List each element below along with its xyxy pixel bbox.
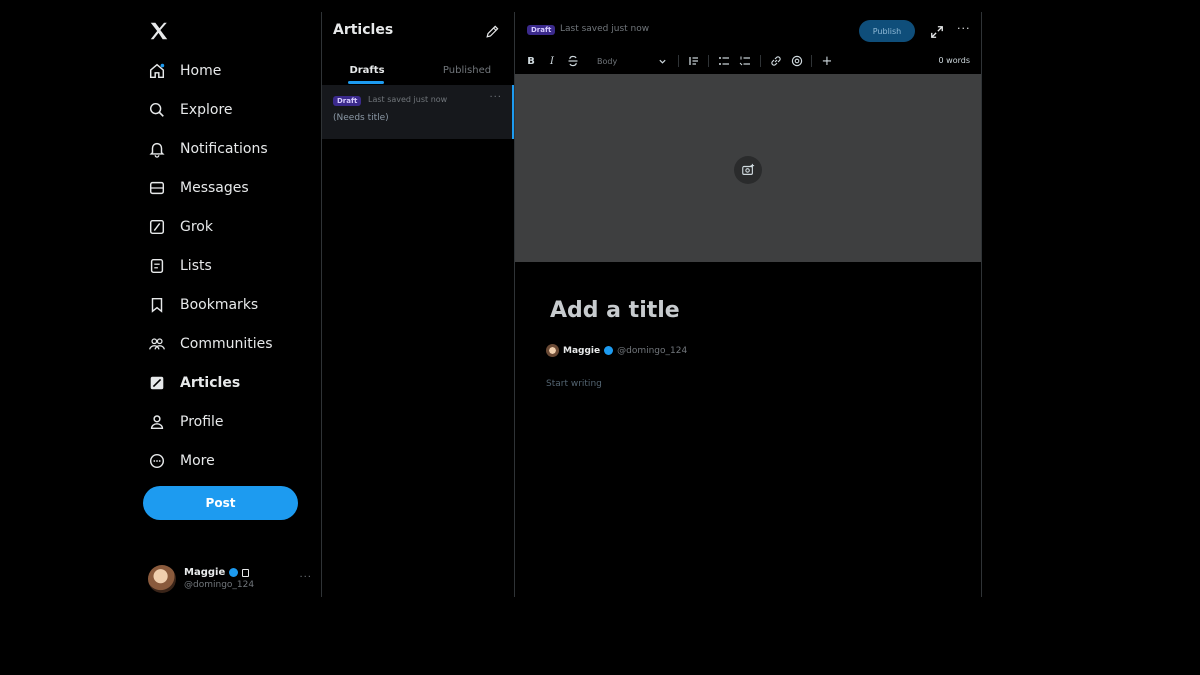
nav-item-bookmarks[interactable]: Bookmarks: [148, 290, 258, 320]
author-name: Maggie: [563, 345, 601, 356]
nav-item-grok[interactable]: Grok: [148, 212, 213, 242]
nav-label: Bookmarks: [180, 297, 259, 313]
nav-label: Grok: [180, 219, 213, 235]
grok-icon: [148, 218, 166, 236]
list-icon: [148, 257, 166, 275]
tab-published[interactable]: Published: [418, 56, 516, 84]
nav-item-communities[interactable]: Communities: [148, 329, 273, 359]
nav-label: Communities: [180, 336, 273, 352]
home-icon: [148, 62, 166, 80]
nav-label: Explore: [180, 102, 233, 118]
articles-icon: [148, 374, 166, 392]
nav-label: Messages: [180, 180, 249, 196]
add-image-icon: [734, 156, 762, 184]
article-title-input[interactable]: Add a title: [550, 298, 680, 323]
publish-button[interactable]: Publish: [859, 20, 915, 42]
author-byline: Maggie @domingo_124: [546, 344, 687, 357]
search-icon: [148, 101, 166, 119]
nav-item-notifications[interactable]: Notifications: [148, 134, 268, 164]
nav-label: More: [180, 453, 215, 469]
strikethrough-icon[interactable]: [566, 53, 580, 69]
draft-title: (Needs title): [333, 113, 389, 123]
nav-item-articles[interactable]: Articles: [148, 368, 240, 398]
toolbar-divider: [708, 55, 709, 67]
avatar: [546, 344, 559, 357]
nav-label: Notifications: [180, 141, 268, 157]
expand-icon[interactable]: [930, 24, 944, 38]
nav-item-lists[interactable]: Lists: [148, 251, 212, 281]
person-icon: [148, 413, 166, 431]
author-handle: @domingo_124: [617, 345, 688, 356]
page-title: Articles: [333, 22, 394, 38]
account-handle: @domingo_124: [184, 580, 255, 590]
link-icon[interactable]: [769, 53, 783, 69]
word-count: 0 words: [938, 56, 970, 65]
nav-item-more[interactable]: More: [148, 446, 215, 476]
toolbar-divider: [811, 55, 812, 67]
bulleted-list-icon[interactable]: [717, 53, 731, 69]
text-style-value: Body: [597, 56, 618, 66]
verified-badge-icon: [604, 346, 614, 355]
active-tab-indicator: [348, 81, 384, 84]
compose-article-icon[interactable]: [484, 24, 500, 40]
nav-item-messages[interactable]: Messages: [148, 173, 249, 203]
lock-icon: [242, 568, 250, 577]
account-switcher[interactable]: Maggie @domingo_124 ···: [148, 564, 318, 594]
italic-button[interactable]: I: [546, 53, 558, 69]
mention-icon[interactable]: [790, 53, 804, 69]
bookmark-icon: [148, 296, 166, 314]
nav-label: Home: [180, 63, 222, 79]
account-name: Maggie: [184, 567, 226, 578]
blockquote-icon[interactable]: [687, 53, 701, 69]
chevron-down-icon: [659, 59, 666, 64]
tab-drafts[interactable]: Drafts: [322, 56, 412, 84]
verified-badge-icon: [229, 568, 239, 577]
post-button[interactable]: Post: [143, 486, 298, 520]
ellipsis-icon[interactable]: ···: [299, 572, 312, 583]
bold-button[interactable]: B: [525, 53, 537, 69]
draft-badge: Draft: [333, 96, 362, 106]
articles-panel: Articles Drafts Published Draft Last sav…: [321, 12, 515, 597]
numbered-list-icon[interactable]: [738, 53, 752, 69]
envelope-icon: [148, 179, 166, 197]
article-body-input[interactable]: Start writing: [546, 379, 602, 389]
formatting-toolbar: B I Body + 0 words: [515, 50, 982, 72]
avatar: [148, 565, 176, 593]
nav-item-explore[interactable]: Explore: [148, 95, 233, 125]
nav-label: Lists: [180, 258, 212, 274]
text-style-select[interactable]: Body: [597, 53, 667, 69]
nav-item-home[interactable]: Home: [148, 56, 221, 86]
nav-label: Articles: [180, 375, 241, 391]
insert-plus-icon[interactable]: +: [820, 53, 834, 69]
draft-badge: Draft: [527, 25, 556, 35]
last-saved-text: Last saved just now: [560, 24, 650, 34]
nav-label: Profile: [180, 414, 224, 430]
nav-item-profile[interactable]: Profile: [148, 407, 224, 437]
x-logo-icon[interactable]: [148, 20, 170, 42]
ellipsis-icon[interactable]: ···: [957, 22, 971, 35]
cover-image-upload[interactable]: [515, 74, 981, 262]
more-circle-icon: [148, 452, 166, 470]
side-navigation: Home Explore Notifications Messages Grok…: [140, 12, 318, 602]
draft-list-item[interactable]: Draft Last saved just now ··· (Needs tit…: [322, 85, 514, 139]
toolbar-divider: [678, 55, 679, 67]
ellipsis-icon[interactable]: ···: [489, 92, 502, 103]
article-editor: Draft Last saved just now Publish ··· B …: [515, 12, 982, 597]
communities-icon: [148, 335, 166, 353]
toolbar-divider: [760, 55, 761, 67]
bell-icon: [148, 140, 166, 158]
last-saved-text: Last saved just now: [368, 95, 448, 104]
